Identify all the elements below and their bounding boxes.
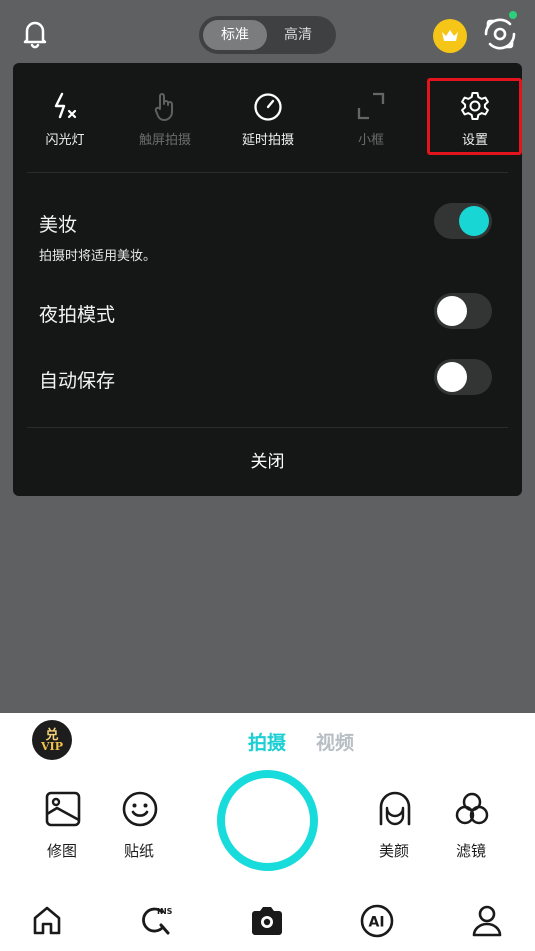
tool-mini-frame[interactable]: 小框 xyxy=(319,63,423,163)
nav-ins-search[interactable]: INS xyxy=(140,903,176,939)
tool-label: 闪光灯 xyxy=(45,133,85,148)
setting-beauty-title: 美妆 xyxy=(39,214,78,236)
setting-night-mode-title: 夜拍模式 xyxy=(39,304,116,326)
nav-profile[interactable] xyxy=(469,903,505,939)
setting-auto-save-title: 自动保存 xyxy=(39,370,116,392)
tool-timer[interactable]: 延时拍摄 xyxy=(216,63,320,163)
close-button[interactable]: 关闭 xyxy=(13,429,522,496)
tool-label: 小框 xyxy=(357,133,384,148)
filter-button[interactable]: 滤镜 xyxy=(441,790,501,874)
face-icon xyxy=(379,791,411,826)
crown-icon[interactable] xyxy=(433,19,467,53)
divider xyxy=(27,172,508,173)
flash-off-icon xyxy=(54,92,77,119)
quality-standard-option[interactable]: 标准 xyxy=(203,20,267,50)
smiley-icon xyxy=(122,791,158,827)
quality-hd-option[interactable]: 高清 xyxy=(266,20,330,50)
sticker-button[interactable]: 贴纸 xyxy=(109,790,169,874)
tool-label: 延时拍摄 xyxy=(241,133,294,148)
settings-highlight-box xyxy=(427,78,522,155)
nav-ai[interactable]: AI xyxy=(359,903,395,939)
beauty-toggle[interactable] xyxy=(434,203,492,239)
tool-flash[interactable]: 闪光灯 xyxy=(13,63,117,163)
profile-icon xyxy=(472,905,502,937)
tool-label: 修图 xyxy=(46,842,77,860)
tool-label: 贴纸 xyxy=(123,842,154,860)
setting-beauty-desc: 拍摄时将适用美妆。 xyxy=(39,249,157,264)
timer-icon xyxy=(254,93,282,121)
divider xyxy=(27,427,508,428)
settings-panel: 闪光灯 触屏拍摄 延时拍摄 小框 设置 美妆 拍摄时将适用美妆。 夜拍模式 自动… xyxy=(13,63,522,496)
toggle-knob xyxy=(437,296,467,326)
touch-hand-icon xyxy=(154,93,173,121)
ai-icon: AI xyxy=(360,904,394,938)
svg-text:INS: INS xyxy=(157,907,173,916)
quality-toggle[interactable]: 标准 高清 xyxy=(199,16,336,54)
auto-save-toggle[interactable] xyxy=(434,359,492,395)
toggle-knob xyxy=(459,206,489,236)
filter-circles-icon xyxy=(455,792,489,825)
bottom-sheet: 兑 VIP 拍摄 视频 修图 贴纸 美颜 滤镜 INS AI xyxy=(0,713,535,951)
nav-camera[interactable] xyxy=(249,903,285,939)
notification-dot xyxy=(509,11,517,19)
ins-search-icon: INS xyxy=(142,907,173,935)
vip-bottom-text: VIP xyxy=(41,740,63,753)
svg-text:AI: AI xyxy=(369,915,385,931)
camera-flip-icon[interactable] xyxy=(480,14,520,54)
tool-label: 美颜 xyxy=(378,842,409,860)
shutter-button[interactable] xyxy=(217,770,318,871)
tool-label: 触屏拍摄 xyxy=(138,133,191,148)
top-bar: 标准 高清 xyxy=(0,0,535,64)
edit-photo-button[interactable]: 修图 xyxy=(32,790,92,874)
mode-photo-tab[interactable]: 拍摄 xyxy=(248,728,286,755)
camera-icon xyxy=(252,907,282,935)
toggle-knob xyxy=(437,362,467,392)
beautify-button[interactable]: 美颜 xyxy=(364,790,424,874)
tool-label: 滤镜 xyxy=(455,842,486,860)
night-mode-toggle[interactable] xyxy=(434,293,492,329)
vip-avatar[interactable]: 兑 VIP xyxy=(32,720,72,760)
home-icon xyxy=(33,906,61,935)
mode-video-tab[interactable]: 视频 xyxy=(316,728,354,755)
bell-icon[interactable] xyxy=(18,16,52,50)
frame-corners-icon xyxy=(357,92,385,120)
image-edit-icon xyxy=(45,791,81,827)
tool-touch-capture[interactable]: 触屏拍摄 xyxy=(113,63,217,163)
nav-home[interactable] xyxy=(29,903,65,939)
